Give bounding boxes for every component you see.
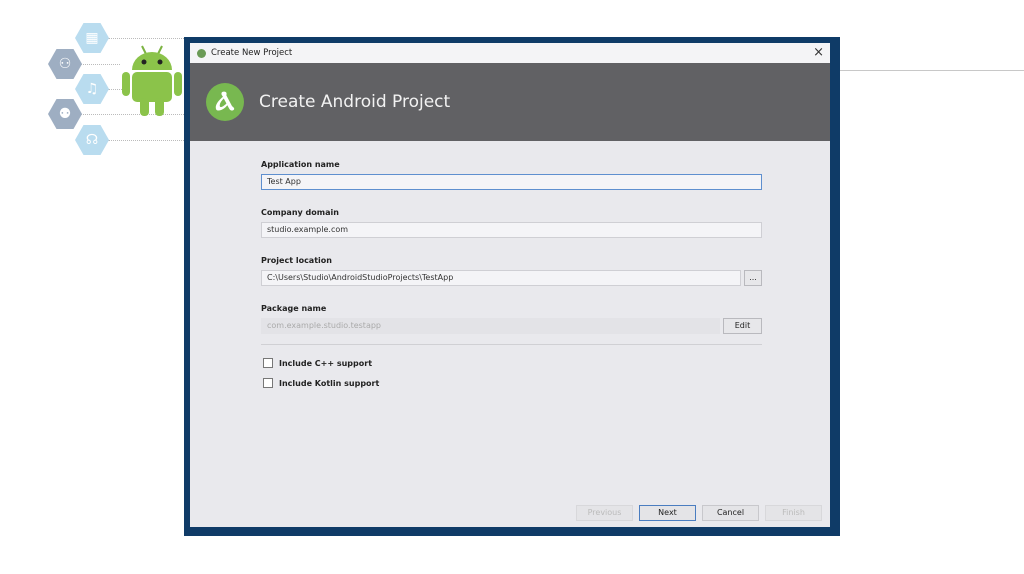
package-name-input: com.example.studio.testapp [261,318,720,334]
decorative-line [840,70,1024,71]
headphones-icon: ☊ [75,125,109,155]
finish-button[interactable]: Finish [765,505,822,521]
checkbox-icon[interactable] [263,378,273,388]
divider [261,344,762,345]
network-icon: ⚇ [48,49,82,79]
dialog-header: Ⲁ Create Android Project [190,63,830,141]
android-studio-logo-icon: Ⲁ [206,83,244,121]
page-title: Create Android Project [259,92,451,112]
music-icon: ♫ [75,74,109,104]
title-bar: Create New Project × [190,43,830,63]
include-kotlin-label: Include Kotlin support [279,378,380,388]
include-cpp-label: Include C++ support [279,358,373,368]
project-location-label: Project location [261,256,332,265]
company-domain-input[interactable]: studio.example.com [261,222,762,238]
project-location-input[interactable]: C:\Users\Studio\AndroidStudioProjects\Te… [261,270,741,286]
app-name-input[interactable]: Test App [261,174,762,190]
dialog-footer: Previous Next Cancel Finish [576,505,822,521]
create-project-dialog: Create New Project × Ⲁ Create Android Pr… [190,43,830,527]
android-robot-icon [122,45,182,116]
company-domain-label: Company domain [261,208,339,217]
next-button[interactable]: Next [639,505,696,521]
browse-button[interactable]: ... [744,270,762,286]
include-cpp-checkbox[interactable]: Include C++ support [263,353,762,373]
app-name-label: Application name [261,160,340,169]
window-title: Create New Project [211,48,293,58]
package-name-label: Package name [261,304,327,313]
edit-package-button[interactable]: Edit [723,318,762,334]
calculator-icon: ▦ [75,23,109,53]
previous-button[interactable]: Previous [576,505,633,521]
include-kotlin-checkbox[interactable]: Include Kotlin support [263,373,762,393]
cancel-button[interactable]: Cancel [702,505,759,521]
checkbox-icon[interactable] [263,358,273,368]
people-icon: ⚉ [48,99,82,129]
project-form: Application name Test App Company domain… [261,160,762,393]
android-studio-icon [197,48,206,58]
close-icon[interactable]: × [813,45,824,60]
